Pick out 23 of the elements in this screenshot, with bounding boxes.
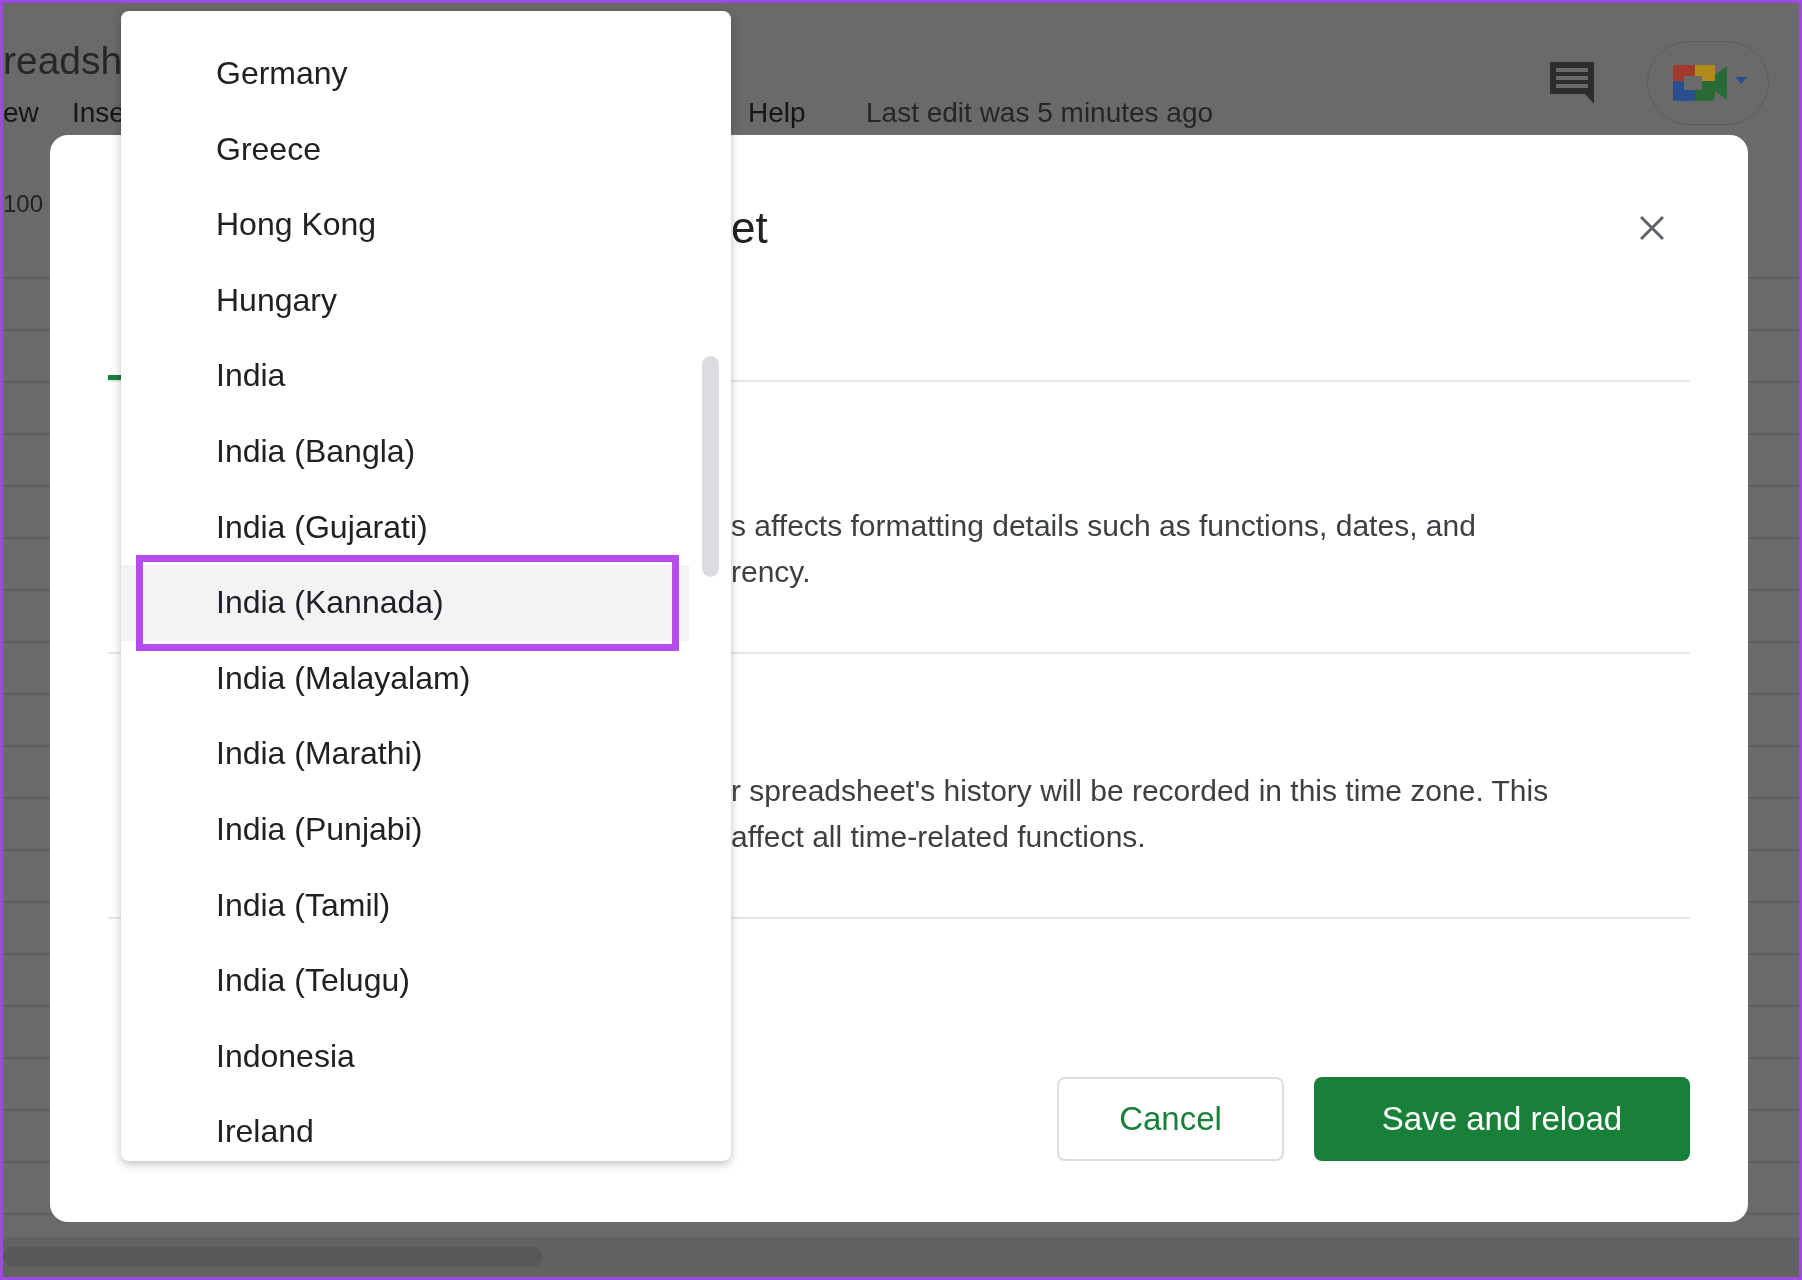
menu-option[interactable]: Indonesia [121,1018,689,1095]
menu-option[interactable]: India (Kannada) [121,565,689,641]
tab-indicator [108,375,122,380]
document-title: readsh [3,39,123,83]
description-text: r spreadsheet's history will be recorded in this time zone. This affect all time-related functions. [731,773,1550,855]
menu-option[interactable]: Hungary [121,262,689,339]
menu-option[interactable]: India (Bangla) [121,413,689,490]
menu-option[interactable]: India (Punjabi) [121,791,689,868]
menu-option[interactable]: Greece [121,111,689,188]
dialog-title: et [731,203,768,253]
scrollbar-thumb[interactable] [702,356,719,577]
menu-option[interactable]: India (Tamil) [121,867,689,944]
horizontal-scrollbar[interactable] [3,1247,543,1267]
cancel-button[interactable]: Cancel [1057,1077,1284,1161]
description-text: s affects formatting details such as functions, dates, and rency. [731,508,1477,590]
menu-option[interactable]: Germany [121,36,689,112]
close-icon[interactable] [1639,215,1665,241]
save-button[interactable]: Save and reload [1314,1077,1690,1161]
menu-option[interactable]: Ireland [121,1094,689,1170]
menu-option[interactable]: India (Telugu) [121,943,689,1019]
menu-option[interactable]: India (Marathi) [121,716,689,792]
menu-option[interactable]: Hong Kong [121,187,689,263]
menu-option[interactable]: India [121,338,689,414]
